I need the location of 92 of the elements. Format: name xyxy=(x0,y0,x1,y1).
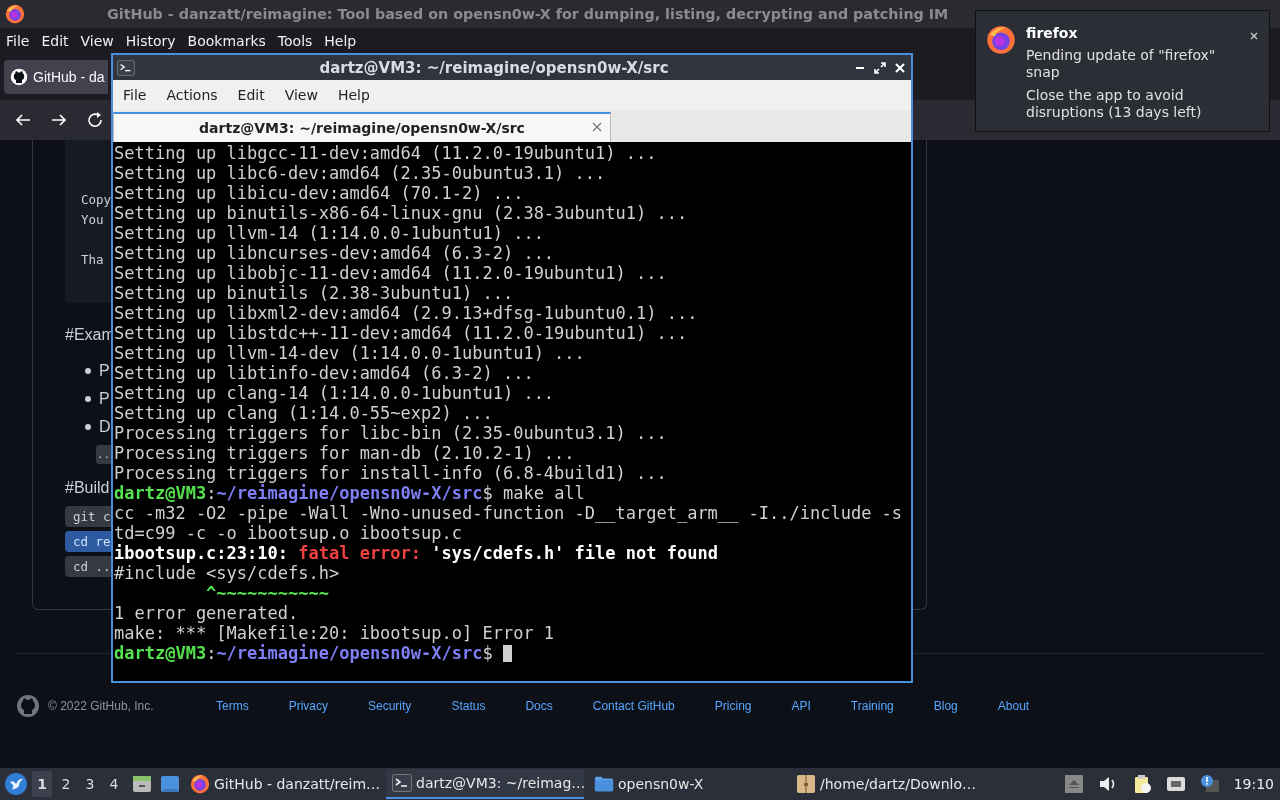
code-line: You xyxy=(81,211,104,229)
menu-item[interactable]: Edit xyxy=(35,33,75,49)
workspace-button[interactable]: 3 xyxy=(80,771,100,797)
list-item: P xyxy=(99,389,110,409)
terminal-line: dartz@VM3:~/reimagine/opensn0w-X/src$ make all xyxy=(114,483,585,503)
list-item: P xyxy=(99,361,110,381)
terminal-line: Setting up libc6-dev:amd64 (2.35-0ubuntu3.1) ... xyxy=(114,163,606,183)
terminal-line: 1 error generated. xyxy=(114,603,299,623)
footer-link[interactable]: Contact GitHub xyxy=(592,699,675,713)
notification-title: firefox xyxy=(1026,25,1079,41)
firefox-icon xyxy=(5,4,25,24)
terminal-line: make: *** [Makefile:20: ibootsup.o] Error 1 xyxy=(114,623,555,643)
footer-link[interactable]: Security xyxy=(368,699,412,713)
footer-link[interactable]: Training xyxy=(850,699,894,713)
workspace-button[interactable]: 4 xyxy=(104,771,124,797)
menu-item[interactable]: Edit xyxy=(231,87,275,103)
github-icon[interactable] xyxy=(16,694,40,718)
footer-link[interactable]: API xyxy=(791,699,811,713)
menu-item[interactable]: Help xyxy=(331,87,380,103)
github-icon xyxy=(10,68,28,86)
reload-icon[interactable] xyxy=(86,111,104,129)
terminal-line: Processing triggers for install-info (6.8-4build1) ... xyxy=(114,463,667,483)
bullet-dot xyxy=(85,368,91,374)
terminal-line: Processing triggers for man-db (2.10.2-1) ... xyxy=(114,443,575,463)
terminal-line: Setting up libncurses-dev:amd64 (6.3-2) ... xyxy=(114,243,555,263)
window-title: GitHub - danzatt/reimagine: Tool based on opensn0w-X for dumping, listing, decrypting and patching IM xyxy=(107,6,949,22)
footer-link[interactable]: Blog xyxy=(933,699,958,713)
taskbar-button[interactable]: opensn0w-X xyxy=(588,769,786,799)
footer-link[interactable]: Docs xyxy=(525,699,553,713)
list-item: D xyxy=(99,417,111,437)
notification-message: Pending update of "firefox" snap xyxy=(1026,47,1217,81)
terminal-line: Processing triggers for libc-bin (2.35-0ubuntu3.1) ... xyxy=(114,423,667,443)
terminal-line: Setting up binutils (2.38-3ubuntu1) ... xyxy=(114,283,514,303)
start-menu-icon[interactable] xyxy=(4,772,28,796)
taskbar-button[interactable]: GitHub - danzatt/reim… xyxy=(184,769,382,799)
footer-link[interactable]: About xyxy=(997,699,1030,713)
workspace-button[interactable]: 1 xyxy=(32,771,52,797)
section-heading: #Build xyxy=(65,478,110,498)
terminal-line: Setting up libgcc-11-dev:amd64 (11.2.0-19ubuntu1) ... xyxy=(114,143,657,163)
terminal-line: Setting up binutils-x86-64-linux-gnu (2.38-3ubuntu1) ... xyxy=(114,203,688,223)
terminal-line: ^~~~~~~~~~~~ xyxy=(205,583,329,603)
bullet-dot xyxy=(85,396,91,402)
menu-item[interactable]: View xyxy=(278,87,328,103)
browser-tab[interactable]: GitHub - da xyxy=(4,60,108,94)
firefox-icon xyxy=(986,25,1016,55)
terminal-line: Setting up libtinfo-dev:amd64 (6.3-2) ... xyxy=(114,363,534,383)
terminal-tab[interactable]: dartz@VM3: ~/reimagine/opensn0w-X/src xyxy=(113,112,611,142)
footer-link[interactable]: Status xyxy=(451,699,486,713)
terminal-line: Setting up llvm-14 (1:14.0.0-1ubuntu1) ... xyxy=(114,223,544,243)
workspace-button[interactable]: 2 xyxy=(56,771,76,797)
terminal-line: Setting up libxml2-dev:amd64 (2.9.13+dfsg-1ubuntu0.1) ... xyxy=(114,303,698,323)
taskbar-button[interactable]: dartz@VM3: ~/reimag… xyxy=(386,769,584,799)
terminal-line: Setting up libicu-dev:amd64 (70.1-2) ... xyxy=(114,183,524,203)
firefox-icon xyxy=(190,774,210,794)
terminal-line: dartz@VM3:~/reimagine/opensn0w-X/src$ xyxy=(114,643,493,663)
archive-icon xyxy=(796,774,816,794)
notification-detail: Close the app to avoid disruptions (13 days left) xyxy=(1026,87,1203,121)
window-icon[interactable] xyxy=(160,774,180,794)
menu-item[interactable]: History xyxy=(119,33,182,49)
close-icon[interactable] xyxy=(893,60,907,75)
terminal-line: Setting up clang-14 (1:14.0.0-1ubuntu1) ... xyxy=(114,383,555,403)
bullet-dot xyxy=(85,424,91,430)
maximize-icon[interactable] xyxy=(873,60,887,75)
eject-icon[interactable] xyxy=(1063,774,1084,794)
file-cabinet-icon[interactable] xyxy=(132,774,152,794)
menu-item[interactable]: Tools xyxy=(271,33,319,49)
terminal-icon xyxy=(392,773,412,793)
terminal-line: Setting up libstdc++-11-dev:amd64 (11.2.0-19ubuntu1) ... xyxy=(114,323,688,343)
taskbar-button[interactable]: /home/dartz/Downlo… xyxy=(790,769,988,799)
terminal-line: Setting up llvm-14-dev (1:14.0.0-1ubuntu1) ... xyxy=(114,343,585,363)
menu-item[interactable]: File xyxy=(117,87,157,103)
terminal-icon xyxy=(117,59,135,76)
menu-item[interactable]: File xyxy=(0,33,36,49)
code-line: Copy xyxy=(81,191,112,209)
menu-item[interactable]: Help xyxy=(318,33,363,49)
close-icon[interactable] xyxy=(1249,31,1259,41)
window-title: dartz@VM3: ~/reimagine/opensn0w-X/src xyxy=(318,58,670,77)
footer-link[interactable]: Terms xyxy=(216,699,249,713)
inline-code: .. xyxy=(96,445,112,464)
network-icon[interactable] xyxy=(1165,774,1186,794)
clock: 19:10 xyxy=(1233,776,1274,792)
terminal-line: Setting up clang (1:14.0-55~exp2) ... xyxy=(114,403,493,423)
menu-item[interactable]: Bookmarks xyxy=(181,33,272,49)
footer-link[interactable]: Privacy xyxy=(288,699,328,713)
notification-icon[interactable] xyxy=(1199,774,1220,794)
menu-item[interactable]: Actions xyxy=(160,87,228,103)
copyright-text: © 2022 GitHub, Inc. xyxy=(48,699,155,713)
folder-icon xyxy=(594,774,614,794)
code-line: Tha xyxy=(81,251,104,269)
terminal-line: Setting up libobjc-11-dev:amd64 (11.2.0-19ubuntu1) ... xyxy=(114,263,667,283)
menu-item[interactable]: View xyxy=(74,33,120,49)
footer-link[interactable]: Pricing xyxy=(714,699,752,713)
